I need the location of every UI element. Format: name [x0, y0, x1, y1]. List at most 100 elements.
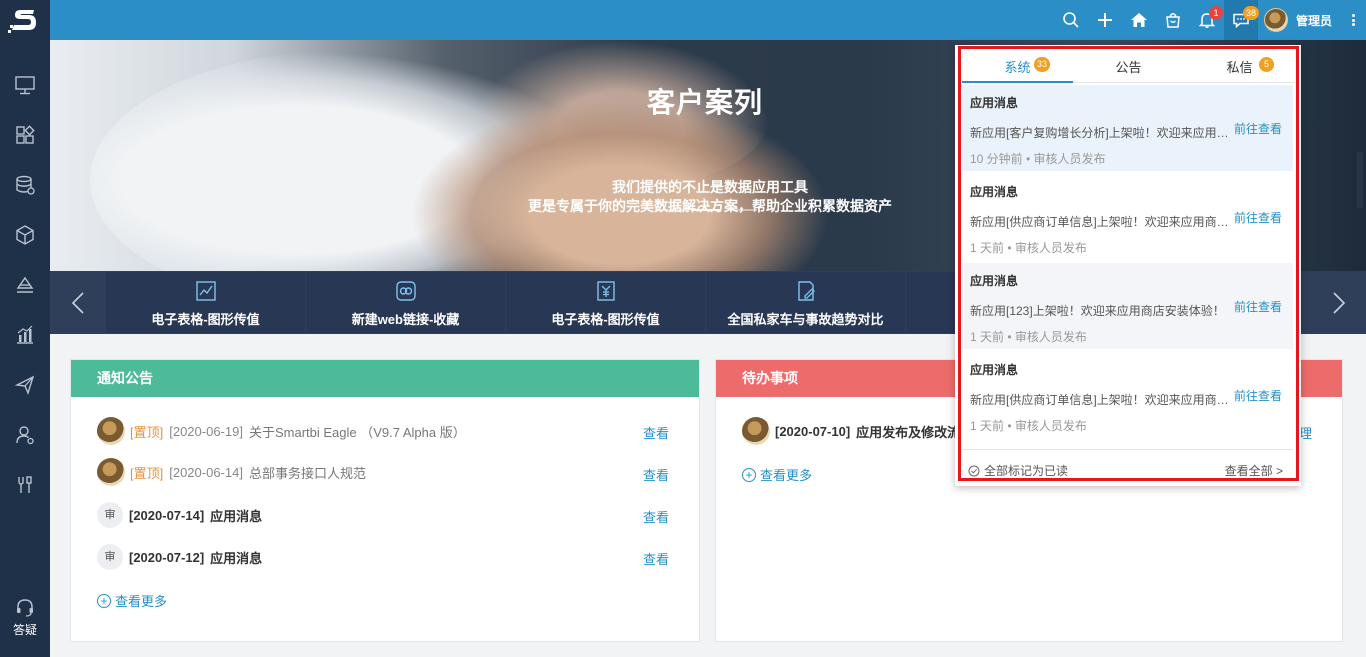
search-icon[interactable]	[1054, 0, 1088, 40]
audit-avatar: 审	[97, 544, 123, 570]
check-circle-icon	[968, 465, 980, 476]
apps-icon[interactable]	[0, 110, 50, 160]
cube-icon[interactable]	[0, 210, 50, 260]
notice-date: [2020-07-14]	[129, 507, 205, 523]
tab-label: 公告	[1115, 60, 1142, 75]
tab-private[interactable]: 私信 5	[1184, 53, 1295, 83]
message-item[interactable]: 应用消息 新应用[供应商订单信息]上架啦！欢迎来应用商店安装体验！ 1 天前 •…	[962, 174, 1293, 260]
view-link[interactable]: 查看	[643, 549, 669, 568]
carousel-item-label: 全国私家车与事故趋势对比	[727, 312, 884, 327]
notice-title: 通知公告	[71, 360, 699, 397]
notice-row[interactable]: 审 [2020-07-14] 应用消息	[97, 501, 262, 529]
shop-icon[interactable]	[1156, 0, 1190, 40]
notice-date: [2020-06-19]	[169, 423, 243, 439]
bell-icon[interactable]: 1	[1190, 0, 1224, 40]
notice-more-link[interactable]: + 查看更多	[97, 591, 167, 610]
message-title: 应用消息	[970, 363, 1019, 377]
plus-circle-icon: +	[742, 467, 756, 482]
author-avatar	[742, 417, 770, 445]
banner-title: 客户案列	[647, 87, 764, 118]
todo-row[interactable]: [2020-07-10] 应用发布及修改流	[742, 417, 960, 445]
banner-subtitle-1: 我们提供的不止是数据应用工具	[612, 179, 808, 195]
go-view-link[interactable]: 前往查看	[1234, 387, 1282, 404]
view-all-link[interactable]: 查看全部 >	[1225, 462, 1283, 479]
sidebar: 答疑	[0, 40, 50, 657]
author-avatar	[97, 417, 125, 445]
view-link[interactable]: 查看	[643, 507, 669, 526]
top-bar: 1 38 管理员	[0, 0, 1366, 40]
banner-pagination	[655, 209, 763, 211]
message-meta: 1 天前 • 审核人员发布	[970, 419, 1087, 433]
banner-subtitle-2: 更是专属于你的完美数据解决方案，帮助企业积累数据资产	[528, 198, 892, 214]
monitor-icon[interactable]	[0, 60, 50, 110]
message-meta: 10 分钟前 • 审核人员发布	[970, 152, 1106, 166]
tab-label: 系统	[1004, 60, 1031, 75]
notice-panel: 通知公告 [置顶] [2020-06-19] 关于Smartbi Eagle （…	[70, 359, 700, 642]
user-menu[interactable]: 管理员	[1258, 0, 1340, 40]
carousel-prev-button[interactable]	[50, 271, 105, 334]
help-button[interactable]: 答疑	[0, 598, 50, 638]
todo-more-link[interactable]: + 查看更多	[742, 465, 812, 484]
carousel-item[interactable]: 电子表格-图形传值	[506, 272, 705, 333]
carousel-item[interactable]: 新建web链接-收藏	[306, 272, 505, 333]
notice-title-text: 应用消息	[210, 508, 263, 524]
go-view-link[interactable]: 前往查看	[1234, 298, 1282, 315]
todo-more-label: 查看更多	[760, 468, 813, 483]
message-badge: 38	[1242, 6, 1259, 20]
tab-label: 私信	[1226, 60, 1253, 75]
message-popup: 系统 33 公告 私信 5 应用消息 新应用[客户复购增长分析]上架啦！欢迎来应…	[955, 45, 1301, 486]
message-title: 应用消息	[970, 274, 1019, 288]
tab-count-badge: 5	[1259, 57, 1274, 72]
banner-dot[interactable]	[655, 209, 685, 211]
carousel-item[interactable]: 全国私家车与事故趋势对比	[706, 272, 905, 333]
plus-icon[interactable]	[1088, 0, 1122, 40]
view-link[interactable]: 查看	[643, 423, 669, 442]
go-view-link[interactable]: 前往查看	[1234, 209, 1282, 226]
chart-icon[interactable]	[0, 310, 50, 360]
message-item[interactable]: 应用消息 新应用[供应商订单信息]上架啦！欢迎来应用商店安装体验！ 1 天前 •…	[962, 352, 1293, 438]
go-view-link[interactable]: 前往查看	[1234, 120, 1282, 137]
banner-dot-active[interactable]	[691, 209, 721, 211]
send-icon[interactable]	[0, 360, 50, 410]
tab-count-badge: 33	[1034, 57, 1051, 72]
user-name: 管理员	[1295, 13, 1332, 28]
carousel-item[interactable]: 电子表格-图形传值	[106, 272, 305, 333]
mark-all-read-button[interactable]: 全部标记为已读	[968, 462, 1068, 479]
home-icon[interactable]	[1122, 0, 1156, 40]
pinned-tag: [置顶]	[130, 424, 164, 440]
message-body: 新应用[客户复购增长分析]上架啦！欢迎来应用商店安装体验！	[970, 126, 1232, 140]
smartbi-logo[interactable]	[0, 0, 50, 40]
view-link[interactable]: 查看	[643, 465, 669, 484]
carousel-item-label: 新建web链接-收藏	[351, 312, 460, 327]
notice-date: [2020-07-12]	[129, 549, 205, 565]
user-avatar	[1263, 8, 1288, 32]
notice-row[interactable]: [置顶] [2020-06-19] 关于Smartbi Eagle （V9.7 …	[97, 417, 466, 445]
scroll-indicator[interactable]	[1357, 152, 1363, 208]
message-title: 应用消息	[970, 185, 1019, 199]
popup-footer: 全部标记为已读 查看全部 >	[962, 449, 1293, 486]
layers-icon[interactable]	[0, 260, 50, 310]
message-title: 应用消息	[970, 96, 1019, 110]
notice-row[interactable]: 审 [2020-07-12] 应用消息	[97, 543, 262, 571]
banner-dot[interactable]	[727, 209, 757, 211]
more-icon[interactable]	[1340, 0, 1366, 40]
bell-badge: 1	[1208, 6, 1223, 20]
message-item[interactable]: 应用消息 新应用[客户复购增长分析]上架啦！欢迎来应用商店安装体验！ 10 分钟…	[962, 85, 1293, 171]
tools-icon[interactable]	[0, 460, 50, 510]
user-settings-icon[interactable]	[0, 410, 50, 460]
message-item[interactable]: 应用消息 新应用[123]上架啦！欢迎来应用商店安装体验！ 1 天前 • 审核人…	[962, 263, 1293, 349]
database-icon[interactable]	[0, 160, 50, 210]
notice-row[interactable]: [置顶] [2020-06-14] 总部事务接口人规范	[97, 458, 366, 486]
message-icon[interactable]: 38	[1223, 0, 1259, 40]
todo-date: [2020-07-10]	[775, 423, 851, 439]
tab-system[interactable]: 系统 33	[962, 53, 1073, 83]
message-tabs: 系统 33 公告 私信 5	[962, 53, 1295, 83]
mark-all-read-label: 全部标记为已读	[984, 464, 1069, 478]
carousel-item-label: 电子表格-图形传值	[551, 312, 660, 327]
notice-title-text: 总部事务接口人规范	[248, 465, 366, 481]
message-meta: 1 天前 • 审核人员发布	[970, 241, 1087, 255]
notice-date: [2020-06-14]	[169, 464, 243, 480]
message-meta: 1 天前 • 审核人员发布	[970, 330, 1087, 344]
tab-announcement[interactable]: 公告	[1073, 53, 1184, 83]
carousel-next-button[interactable]	[1311, 271, 1366, 334]
